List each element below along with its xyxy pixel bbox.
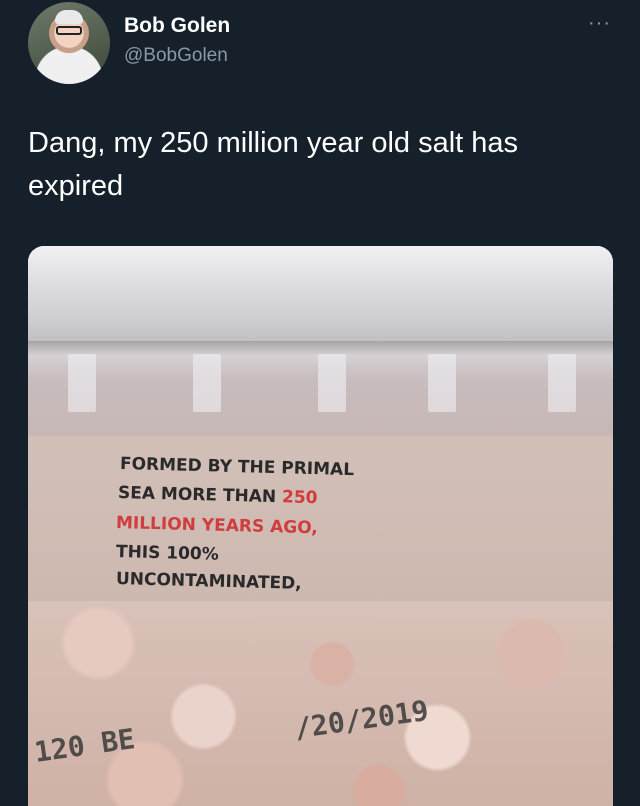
lid-tab — [318, 354, 346, 412]
pink-salt-crystals — [28, 601, 613, 806]
tweet-media-image[interactable]: FORMED BY THE PRIMAL SEA MORE THAN 250 M… — [28, 246, 613, 806]
tweet-text: Dang, my 250 million year old salt has e… — [28, 127, 519, 202]
lid-tab — [68, 354, 96, 412]
author-name[interactable]: Bob Golen — [124, 14, 230, 38]
avatar[interactable] — [28, 2, 110, 84]
avatar-hair — [55, 10, 83, 24]
lid-band — [28, 341, 613, 355]
lid-tab — [193, 354, 221, 412]
avatar-glasses — [56, 26, 82, 35]
label-line: THIS 100% — [115, 542, 220, 565]
lid-tab — [548, 354, 576, 412]
more-options-icon[interactable]: ··· — [588, 12, 611, 35]
container-lid — [28, 246, 613, 346]
author-handle[interactable]: @BobGolen — [124, 45, 228, 67]
lid-tab — [428, 354, 456, 412]
